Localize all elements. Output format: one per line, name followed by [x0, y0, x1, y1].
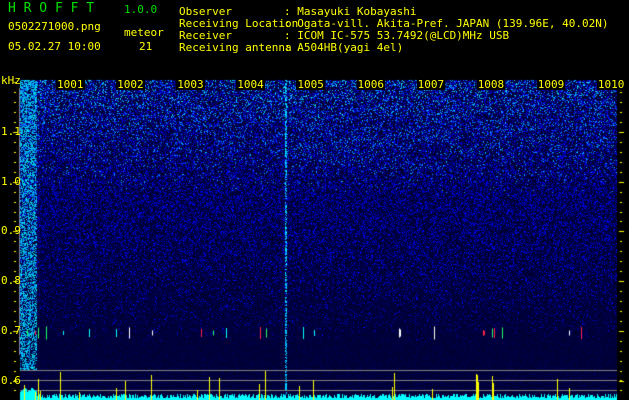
x-tick-label: 1009 [536, 78, 566, 91]
y-tick-label: 0.9 [1, 224, 21, 238]
x-tick-label: 1002 [116, 78, 145, 91]
x-tick-label: 1005 [296, 78, 325, 91]
antenna-label: Receiving antenna [179, 41, 292, 54]
y-tick-label: 1.0 [1, 174, 21, 188]
y-tick-label: 0.7 [1, 323, 21, 337]
x-tick-label: 1004 [236, 78, 265, 91]
y-tick-label: 1.1 [1, 125, 21, 138]
x-tick-label: 1006 [356, 78, 385, 91]
filename: 0502271000.png [8, 20, 101, 33]
y-unit-label: kHz [1, 74, 21, 87]
x-tick-label: 1010 [596, 78, 626, 91]
meteor-label: meteor [124, 26, 164, 39]
x-tick-label: 1001 [56, 78, 85, 91]
y-tick-label: 0.6 [1, 373, 21, 387]
spectrogram [0, 0, 629, 400]
app-version: 1.0.0 [124, 3, 158, 16]
antenna-value: : A504HB(yagi 4el) [284, 41, 404, 54]
app-title: H R O F F T [8, 1, 95, 16]
x-tick-label: 1007 [416, 78, 446, 91]
x-tick-label: 1008 [476, 78, 506, 91]
datetime: 05.02.27 10:00 [8, 40, 101, 53]
meteor-count: 21 [139, 40, 153, 53]
x-tick-label: 1003 [176, 78, 205, 91]
y-tick-label: 0.8 [1, 274, 21, 288]
